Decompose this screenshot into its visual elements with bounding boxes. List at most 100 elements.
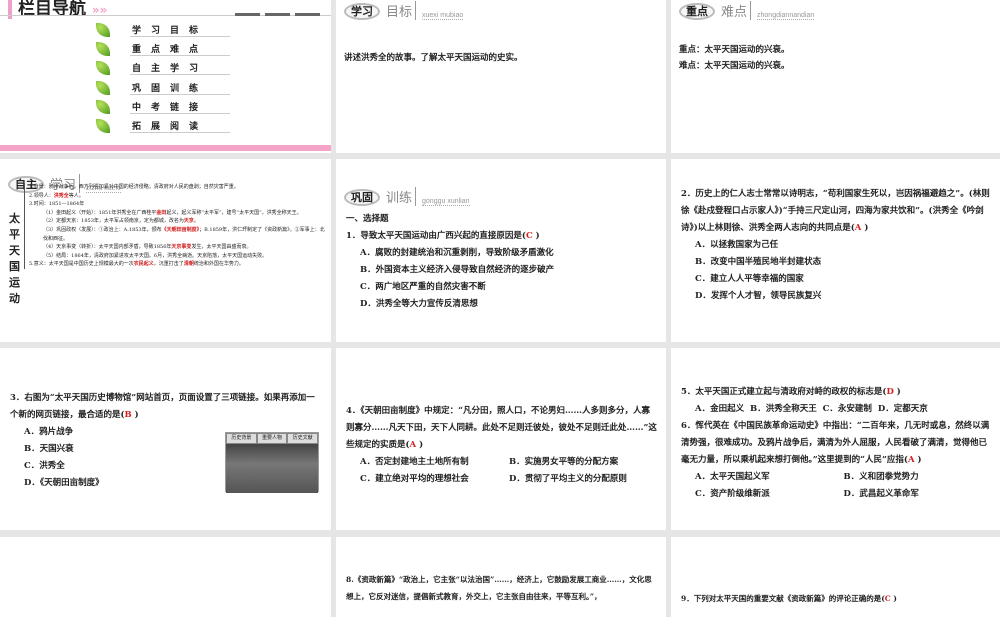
option: A．否定封建地主土地所有制 — [360, 457, 469, 467]
answer: 洪秀全 — [53, 192, 69, 199]
goals-text: 讲述洪秀全的故事。了解太平天国运动的史实。 — [344, 53, 523, 63]
header-sub: 难点 — [721, 1, 752, 20]
section-title: 一、选择题 — [346, 214, 389, 224]
answer: 天京事变 — [171, 244, 192, 251]
option: C．建立人人平等幸福的国家 — [695, 274, 804, 284]
section-header: 学习 目标 xuexi mubiao — [344, 0, 464, 20]
line-text: ，沉重打击了 — [153, 261, 184, 268]
outline-line: （3）巩固政权（发展）：①政治上：A.1853年，颁布《天朝田亩制度》；B.18… — [29, 226, 327, 243]
outline-line: （4）天京事变（转折）：太平天国内部矛盾，导致1856年天京事变发生，太平天国由… — [29, 243, 327, 252]
answer: 农民起义 — [133, 261, 154, 268]
nav-item-goals[interactable]: 学习目标 — [96, 20, 230, 39]
line-text: （2）定都天京：1853年，太平军占领南京，定为都城，改名为 — [43, 218, 184, 225]
nav-item-self-study[interactable]: 自主学习 — [96, 59, 230, 78]
nav-item-focus[interactable]: 重点难点 — [96, 39, 230, 58]
focus-text: 重点：太平天国运动的兴衰。 难点：太平天国运动的兴衰。 — [679, 42, 790, 74]
line-text: 发生，太平天国由盛而衰。 — [191, 244, 252, 251]
option: D．发挥个人才智，领导民族复兴 — [695, 291, 822, 301]
question-stem: 1．导致太平天国运动由广西兴起的直接原因是(C ) — [346, 231, 540, 241]
outline-line: 5.意义：太平天国是中国历史上规模最大的一次农民起义，沉重打击了清朝统治和外国在… — [29, 260, 327, 269]
question-stem: 2．历史上的仁人志士常常以诗明志，“苟利国家生死以，岂因祸福避趋之”。(林则徐《… — [681, 189, 990, 233]
slide-q8[interactable]: 8.《资政新篇》“政治上，它主张“以法治国”……，经济上，它鼓励发展工商业……，… — [336, 537, 666, 617]
nav-item-label: 学习目标 — [130, 23, 230, 37]
leaf-icon — [96, 61, 110, 76]
outline-line: 3.时间：1851—1864年 — [29, 200, 327, 209]
nav-item-training[interactable]: 巩固训练 — [96, 78, 230, 97]
line-text: 起义，起义军称“太平军”，建号“太平天国”，洪秀全称天王。 — [166, 209, 302, 216]
line-text: 2.领导人： — [29, 192, 54, 199]
option: D．洪秀全等大力宣传反清思想 — [360, 299, 478, 309]
slide-q5-q6[interactable]: 5．太平天国正式建立起与清政府对峙的政权的标志是(D ) A．金田起义 B．洪秀… — [671, 348, 1000, 530]
answer: A — [854, 223, 862, 233]
nav-list: 学习目标 重点难点 自主学习 巩固训练 中考链接 拓展阅读 — [96, 20, 230, 136]
slide-q3[interactable]: 3．右图为“太平天国历史博物馆”网站首页，页面设置了三项链接。如果再添加一个新的… — [0, 348, 331, 530]
question-5: 5．太平天国正式建立起与清政府对峙的政权的标志是(D ) A．金田起义 B．洪秀… — [681, 384, 992, 503]
option: B．洪秀全称天王 — [750, 404, 817, 414]
nav-item-reading[interactable]: 拓展阅读 — [96, 116, 230, 135]
answer: C — [525, 231, 533, 241]
museum-tab: 重要人物 — [256, 433, 288, 444]
pink-bar — [0, 145, 331, 151]
slide-self-study[interactable]: 自主 学习 zizhu xuexi 太平天国运动 1.背景：鸦片战争后，西方列强加紧… — [0, 159, 331, 342]
leaf-icon — [96, 41, 110, 56]
line-text: 等人。 — [68, 192, 84, 199]
nav-item-label: 巩固训练 — [130, 81, 230, 95]
option-row: C．建立绝对平均的理想社会 D．贯彻了平均主义的分配原则 — [346, 471, 658, 488]
leaf-icon — [96, 22, 110, 37]
stem-text: 3．右图为“太平天国历史博物馆”网站首页，页面设置了三项链接。如果再添加一个新的… — [10, 393, 315, 420]
option: B．义和团拳党势力 — [843, 472, 919, 482]
option: A．金田起义 — [695, 404, 745, 414]
line-text: 。 — [193, 218, 199, 225]
header-sub: 训练 — [386, 187, 417, 206]
option: C．永安建制 — [822, 404, 872, 414]
stem-text: 9．下列对太平天国的重要文献《资政新篇》的评论正确的是( — [681, 594, 885, 603]
slide-navigation[interactable]: 栏目导航 »» 学习目标 重点难点 自主学习 巩固训练 中考链接 拓展阅读 — [0, 0, 331, 153]
slide-q4[interactable]: 4．《天朝田亩制度》中规定：“凡分田，照人口，不论男妇……人多则多分，人寡则寡分… — [336, 348, 666, 530]
answer: 清朝 — [183, 261, 194, 268]
leaf-icon — [96, 99, 110, 114]
header-badge: 重点 — [679, 3, 715, 20]
slide-blank[interactable] — [0, 537, 331, 617]
museum-tab: 历史背景 — [226, 433, 257, 444]
question-1: 一、选择题 1．导致太平天国运动由广西兴起的直接原因是(C ) A．腐败的封建统… — [346, 211, 658, 313]
slide-q9[interactable]: 9．下列对太平天国的重要文献《资政新篇》的评论正确的是(C ) — [671, 537, 1000, 617]
nav-item-label: 重点难点 — [130, 42, 230, 56]
answer: A — [409, 440, 417, 450]
slide-q2[interactable]: 2．历史上的仁人志士常常以诗明志，“苟利国家生死以，岂因祸福避趋之”。(林则徐《… — [671, 159, 1000, 342]
nav-item-exam-link[interactable]: 中考链接 — [96, 97, 230, 116]
option: D．定都天京 — [877, 404, 928, 414]
answer: D — [886, 387, 894, 397]
nav-title: 栏目导航 »» — [8, 0, 107, 19]
line-text: （5）结局：1864年，清政府加紧进攻太平天国。6月，洪秀全病逝。天京陷落，太平… — [43, 252, 268, 259]
question-stem: 4．《天朝田亩制度》中规定：“凡分田，照人口，不论男妇……人多则多分，人寡则寡分… — [346, 406, 657, 450]
nav-item-label: 拓展阅读 — [130, 119, 230, 134]
dash-decoration — [295, 13, 320, 16]
slide-focus[interactable]: 重点 难点 zhongdiannandian 重点：太平天国运动的兴衰。 难点：太平… — [671, 0, 1000, 153]
museum-website-image: 历史背景 重要人物 历史文献 — [225, 432, 319, 493]
nav-item-label: 自主学习 — [130, 61, 230, 76]
option: D．武昌起义革命军 — [843, 489, 919, 499]
outline-line: 1.背景：鸦片战争后，西方列强加紧对中国的经济侵略；清政府对人民的盘剥；自然灾害… — [29, 183, 327, 192]
option: A．以拯救国家为己任 — [695, 240, 779, 250]
answer: B — [124, 410, 132, 420]
nav-title-text: 栏目导航 — [18, 0, 86, 19]
header-pinyin: gonggu xunlian — [422, 198, 470, 206]
answer: 金田 — [156, 209, 167, 216]
header-badge: 巩固 — [344, 189, 380, 206]
line-text: （4）天京事变（转折）：太平天国内部矛盾，导致1856年 — [43, 244, 172, 251]
line-text: 5.意义：太平天国是中国历史上规模最大的一次 — [29, 261, 134, 268]
slide-goals[interactable]: 学习 目标 xuexi mubiao 讲述洪秀全的故事。了解太平天国运动的史实。 — [336, 0, 666, 153]
outline-line: （2）定都天京：1853年，太平军占领南京，定为都城，改名为天京。 — [29, 217, 327, 226]
option: B．实施男女平等的分配方案 — [509, 457, 619, 467]
stem-text: 2．历史上的仁人志士常常以诗明志，“苟利国家生死以，岂因祸福避趋之”。(林则徐《… — [681, 189, 990, 233]
focus-key: 重点：太平天国运动的兴衰。 — [679, 45, 790, 55]
museum-photo — [226, 444, 318, 493]
question-stem: 3．右图为“太平天国历史博物馆”网站首页，页面设置了三项链接。如果再添加一个新的… — [10, 393, 315, 420]
self-study-outline: 1.背景：鸦片战争后，西方列强加紧对中国的经济侵略；清政府对人民的盘剥；自然灾害… — [24, 183, 327, 269]
header-sub: 目标 — [386, 1, 417, 20]
stem-text: 6．恽代英在《中国民族革命运动史》中指出：“二百年来，几无时或息，然终以满清势强… — [681, 421, 990, 465]
museum-tab: 历史文献 — [287, 433, 319, 444]
slide-training-q1[interactable]: 巩固 训练 gonggu xunlian 一、选择题 1．导致太平天国运动由广西兴起… — [336, 159, 666, 342]
option-row: C．资产阶级维新派 D．武昌起义革命军 — [681, 486, 992, 503]
museum-tabs: 历史背景 重要人物 历史文献 — [226, 433, 319, 444]
